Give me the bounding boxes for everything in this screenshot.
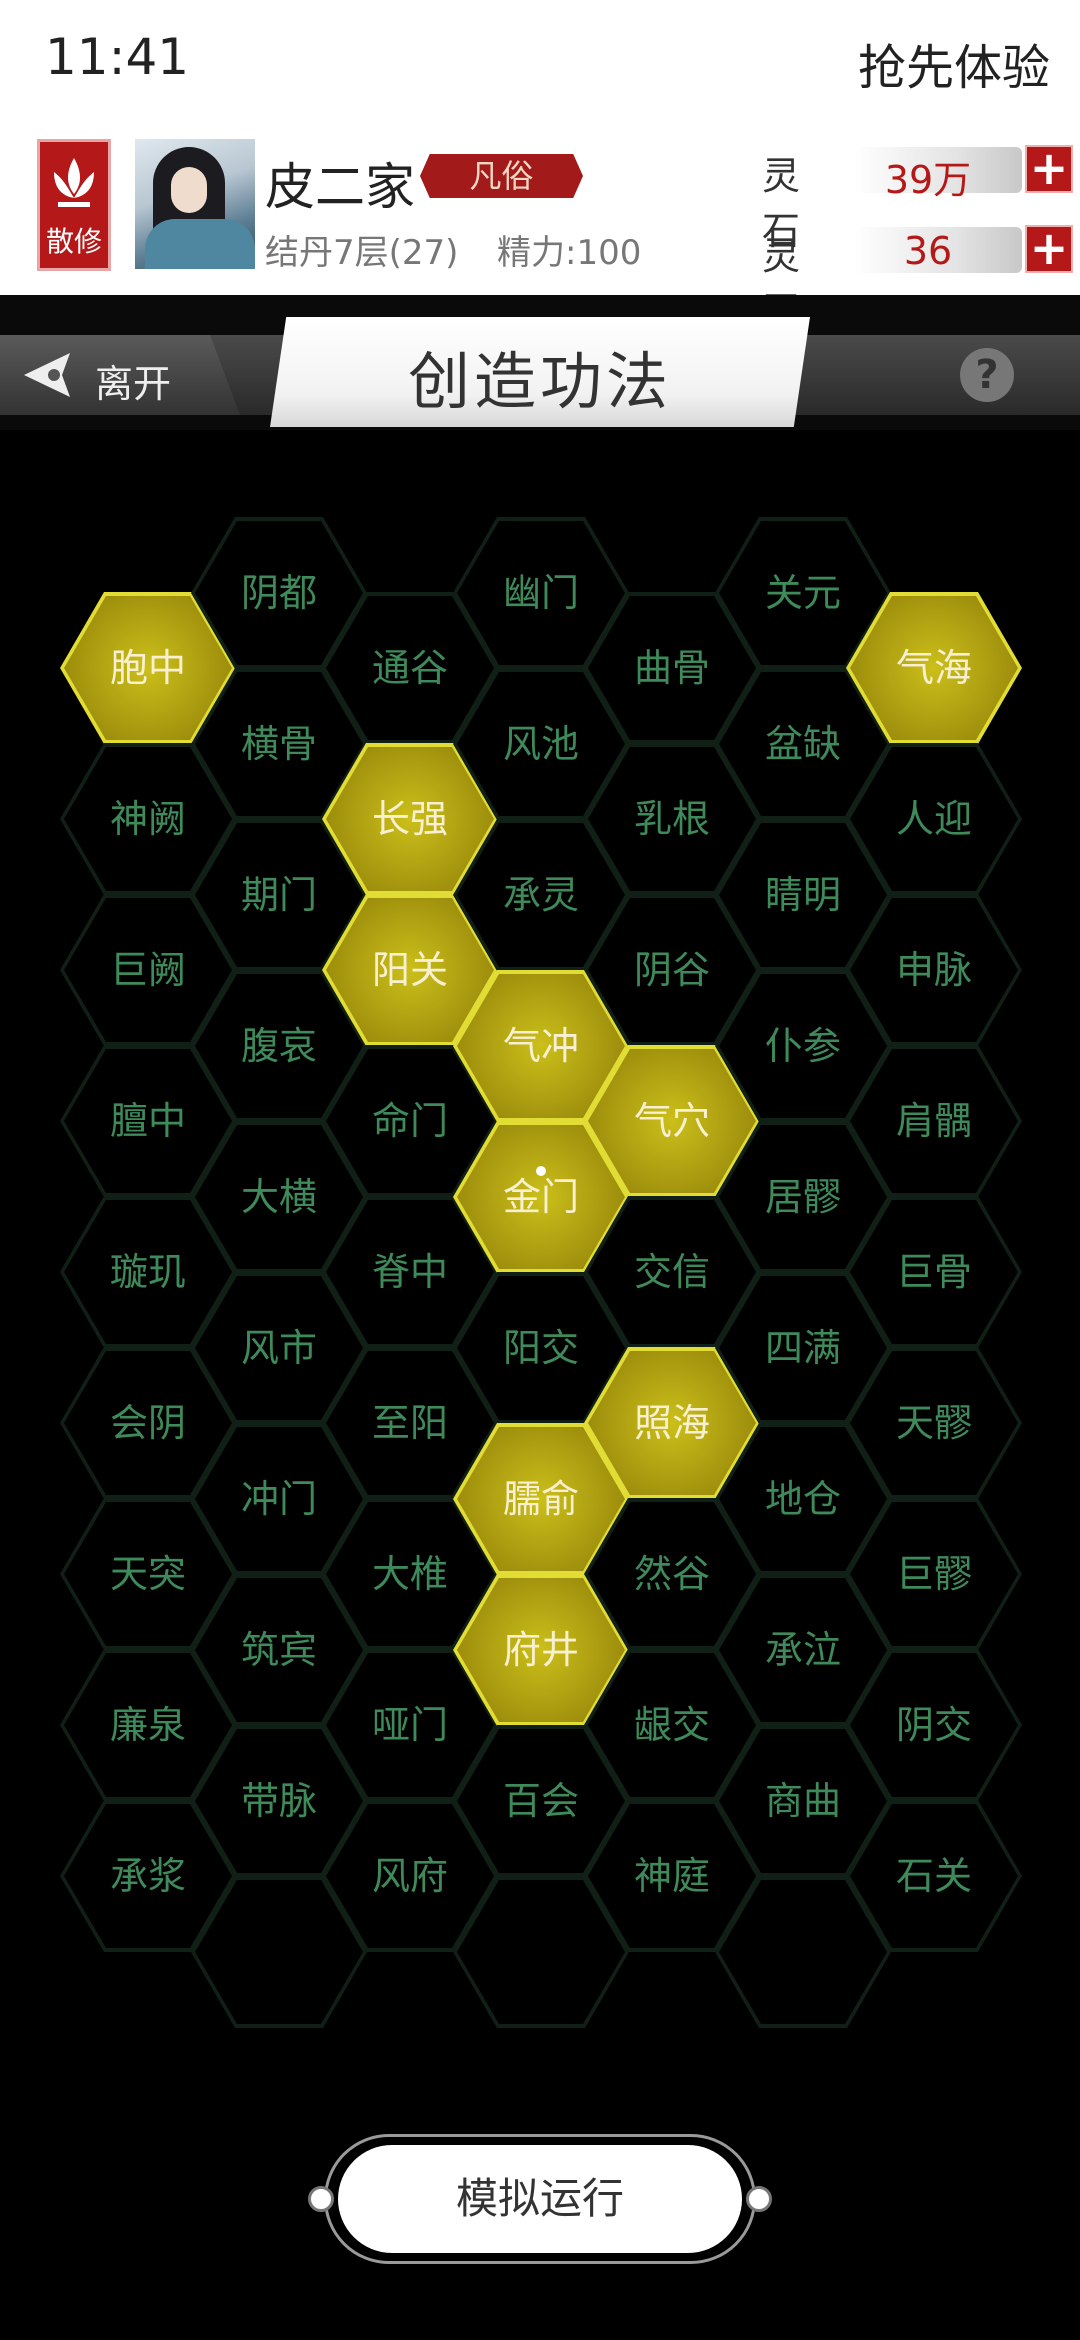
button-ornament-right (746, 2186, 772, 2212)
spirit-jade-value: 36 (903, 229, 953, 273)
rank-badge: 凡俗 (420, 154, 583, 198)
page-title: 创造功法 (407, 345, 672, 418)
clock: 11:41 (45, 28, 190, 86)
selection-cursor (536, 1166, 546, 1176)
back-arrow-icon (24, 353, 70, 397)
sect-badge[interactable]: 散修 (37, 139, 111, 271)
leave-button[interactable]: 离开 (0, 335, 240, 415)
player-name: 皮二家 (265, 158, 415, 216)
simulate-run-label: 模拟运行 (455, 2174, 624, 2223)
simulate-run-button[interactable]: 模拟运行 (338, 2145, 742, 2253)
title-bar: 离开 创造功法 ? (0, 295, 1080, 430)
status-bar: 11:41 抢先体验 (0, 0, 1080, 125)
leave-label: 离开 (95, 362, 172, 406)
add-spirit-stone-button[interactable]: + (1025, 145, 1073, 193)
energy-value: 精力:100 (497, 233, 642, 273)
cultivation-realm: 结丹7层(27) (265, 233, 459, 273)
help-icon[interactable]: ? (960, 348, 1014, 402)
button-ornament-left (308, 2186, 334, 2212)
avatar[interactable] (135, 139, 255, 269)
lotus-icon (54, 158, 94, 207)
player-header: 散修 皮二家 凡俗 结丹7层(27) 精力:100 灵石 39万 + 灵玉 36… (0, 125, 1080, 333)
spirit-stone-value: 39万 (884, 158, 972, 202)
title-plate: 创造功法 (270, 317, 810, 427)
early-access-label: 抢先体验 (857, 40, 1050, 96)
add-spirit-jade-button[interactable]: + (1025, 225, 1073, 273)
sect-badge-label: 散修 (45, 225, 102, 258)
